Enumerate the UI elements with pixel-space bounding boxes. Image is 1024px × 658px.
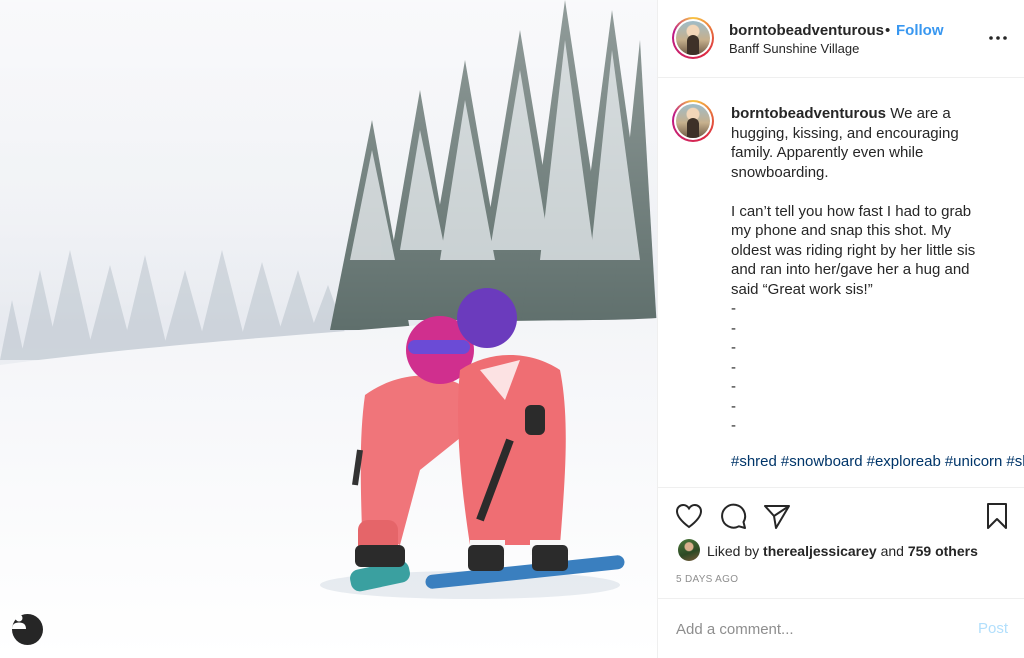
heart-icon <box>675 503 703 529</box>
more-horizontal-icon <box>989 36 1007 40</box>
liked-by-user[interactable]: therealjessicarey <box>763 543 877 559</box>
avatar-image <box>676 104 710 138</box>
post-timestamp[interactable]: 5 DAYS AGO <box>676 574 738 585</box>
post-photo[interactable] <box>0 0 657 658</box>
username-link[interactable]: borntobeadventurous <box>729 22 884 39</box>
liked-by-prefix: Liked by <box>707 543 760 559</box>
comment-button[interactable] <box>718 501 748 531</box>
hashtag-link[interactable]: #snowboard <box>781 453 863 470</box>
user-icon <box>12 614 26 629</box>
save-button[interactable] <box>982 501 1012 531</box>
like-button[interactable] <box>674 501 704 531</box>
post-comment-button[interactable]: Post <box>978 620 1008 637</box>
comment-icon <box>721 503 747 529</box>
caption-text: borntobeadventurous We are a hugging, ki… <box>731 104 993 436</box>
post-details-panel: borntobeadventurous • Follow Banff Sunsh… <box>657 0 1024 658</box>
hashtag-link[interactable]: #sheshredsco <box>1006 453 1024 470</box>
hashtag-link[interactable]: #shred <box>731 453 777 470</box>
caption-username[interactable]: borntobeadventurous <box>731 105 886 122</box>
liked-by-avatar[interactable] <box>678 539 700 561</box>
post-header: borntobeadventurous • Follow Banff Sunsh… <box>658 0 1024 78</box>
separator-dot: • <box>885 22 891 39</box>
comment-input[interactable] <box>676 618 956 640</box>
user-tag-button[interactable] <box>12 614 43 645</box>
comment-bar: Post <box>658 598 1024 658</box>
avatar-image <box>676 21 710 55</box>
caption-avatar[interactable] <box>672 100 714 142</box>
share-icon <box>764 505 790 529</box>
snowboarding-photo <box>0 0 657 658</box>
likes-summary: Liked by therealjessicarey and 759 other… <box>707 543 978 559</box>
profile-avatar[interactable] <box>672 17 714 59</box>
follow-button[interactable]: Follow <box>896 22 944 39</box>
liked-by-joiner: and <box>880 543 904 559</box>
caption-body: We are a hugging, kissing, and encouragi… <box>731 105 976 434</box>
bookmark-icon <box>987 503 1007 529</box>
likes-count-link[interactable]: 759 others <box>908 543 978 559</box>
comments-scroll-area[interactable]: borntobeadventurous We are a hugging, ki… <box>658 79 1024 486</box>
post-actions: Liked by therealjessicarey and 759 other… <box>658 487 1024 597</box>
hashtag-link[interactable]: #unicorn <box>945 453 1003 470</box>
hashtag-link[interactable]: #exploreab <box>867 453 941 470</box>
location-link[interactable]: Banff Sunshine Village <box>729 41 859 56</box>
share-button[interactable] <box>762 501 792 531</box>
more-options-button[interactable] <box>988 28 1008 48</box>
hashtag-list: #shred#snowboard#exploreab#unicorn#shesh… <box>731 452 1024 472</box>
